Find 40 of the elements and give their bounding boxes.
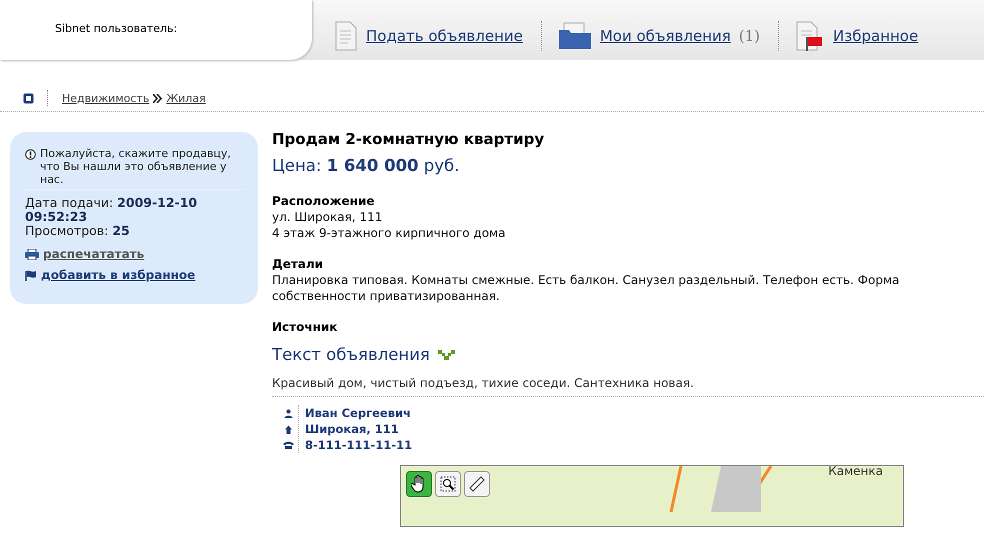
notice-text: Пожалуйста, скажите продавцу, что Вы нашли это объявление у нас. [40,147,232,186]
date-text: Дата подачи: 2009-12-10 09:52:23 [25,196,198,224]
pixel-chevron-icon [438,350,455,360]
pan-tool-button[interactable] [406,471,432,497]
zoom-icon [440,476,456,492]
breadcrumb-link[interactable]: Недвижимость [62,92,150,104]
section-heading: Расположение [272,193,376,209]
double-chevron-icon [153,94,162,102]
ad-title: Продам 2-комнатную квартиру [272,130,546,148]
count-text: (1) [738,27,760,45]
ruler-icon [468,475,486,493]
views-text: Просмотров: 25 [25,224,131,238]
person-icon [284,408,292,418]
map-place-label: Каменка [828,466,883,478]
user-label: Sibnet пользователь: [55,22,178,35]
section-text: 4 этаж 9-этажного кирпичного дома [272,225,506,241]
nav-link[interactable]: Избранное [833,27,918,45]
section-text: Планировка типовая. Комнаты смежные. Есть балкон. Санузел раздельный. Телефон есть. Форма собственности приватизированная. [272,272,900,304]
map-view[interactable]: Каменка [400,465,904,527]
ad-text: Красивый дом, чистый подъезд, тихие соседи. Сантехника новая. [272,376,984,397]
contact-text: Иван Сергеевич [305,405,412,421]
price-text: Цена: 1 640 000 руб. [272,156,460,175]
print-link[interactable]: распечататать [43,247,144,261]
breadcrumb-link[interactable]: Жилая [166,92,206,104]
contact-text: 8-111-111-11-11 [305,437,412,453]
ad-text-heading: Текст объявления [272,345,430,364]
phone-icon [282,440,294,450]
flag-icon[interactable] [25,270,37,280]
add-favorite-link[interactable]: добавить в избранное [41,268,196,282]
ruler-tool-button[interactable] [464,471,490,497]
printer-icon[interactable] [25,248,39,260]
exclamation-icon [25,149,36,160]
section-heading: Детали [272,256,324,272]
folder-icon[interactable] [558,22,592,50]
nav-link[interactable]: Подать объявление [366,27,523,45]
nav-link[interactable]: Мои объявления [600,27,731,45]
section-text: ул. Широкая, 111 [272,209,384,225]
section-heading: Источник [272,319,338,335]
zoom-tool-button[interactable] [435,471,461,497]
contact-text: Широкая, 111 [305,421,400,437]
